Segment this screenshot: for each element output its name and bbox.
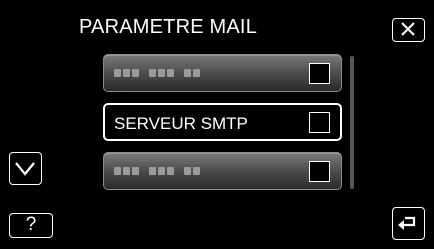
- scrollbar[interactable]: [350, 56, 354, 189]
- return-arrow-icon: [398, 216, 416, 230]
- close-button[interactable]: [392, 18, 425, 42]
- menu-item-3[interactable]: [103, 152, 342, 190]
- menu-item-label: SERVEUR SMTP: [114, 114, 248, 133]
- page-title: PARAMETRE MAIL: [79, 16, 258, 38]
- help-button[interactable]: ?: [9, 213, 53, 238]
- masked-item-label: [114, 167, 200, 175]
- chevron-down-icon: [15, 162, 35, 176]
- scroll-down-button[interactable]: [9, 152, 42, 185]
- menu-item-1[interactable]: [103, 54, 342, 92]
- menu-item-serveur-smtp[interactable]: SERVEUR SMTP: [103, 103, 342, 141]
- checkbox[interactable]: [309, 161, 330, 182]
- checkbox[interactable]: [309, 112, 330, 133]
- masked-item-label: [114, 69, 200, 77]
- checkbox[interactable]: [309, 63, 330, 84]
- close-icon: [401, 22, 415, 36]
- back-button[interactable]: [392, 207, 425, 240]
